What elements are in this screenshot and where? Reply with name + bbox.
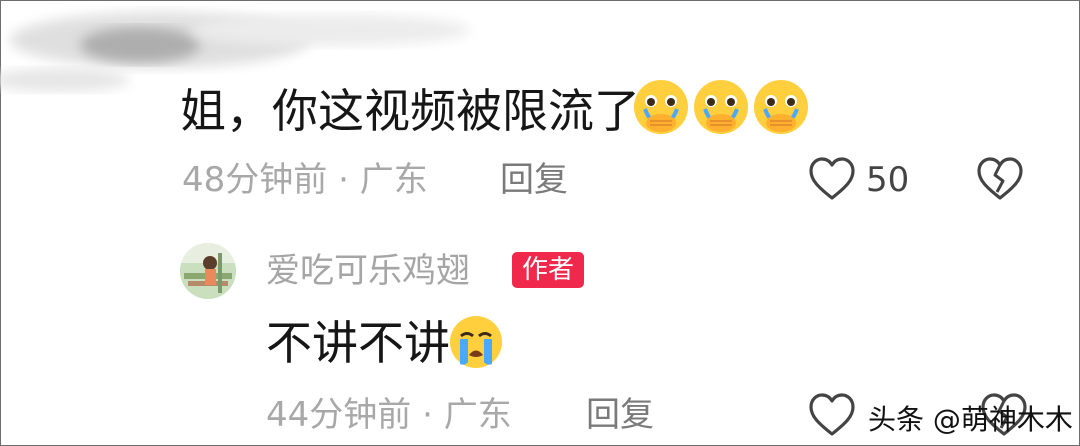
avatar-image	[180, 243, 236, 299]
screenshot-frame	[0, 0, 1080, 446]
avatar[interactable]	[180, 243, 236, 299]
crying-covering-mouth-emoji	[754, 80, 808, 134]
meta-separator: ·	[422, 395, 433, 435]
comment-time: 48分钟前	[182, 160, 328, 200]
username[interactable]: 爱吃可乐鸡翅	[266, 254, 470, 288]
comment-location: 广东	[359, 160, 428, 200]
heart-like-icon[interactable]	[808, 156, 856, 202]
like-count: 50	[866, 160, 910, 200]
crying-covering-mouth-emoji	[694, 80, 748, 134]
crying-covering-mouth-emoji	[634, 80, 688, 134]
broken-heart-dislike-icon[interactable]	[976, 156, 1024, 202]
comment-meta: 48分钟前 · 广东	[182, 163, 428, 197]
comment-text: 不讲不讲	[266, 316, 450, 370]
loudly-crying-emoji	[450, 316, 502, 368]
heart-like-icon[interactable]	[808, 392, 856, 438]
author-badge: 作者	[512, 252, 585, 288]
comment-time: 44分钟前	[266, 395, 412, 435]
comment-text: 姐，你这视频被限流了	[180, 84, 640, 138]
meta-separator: ·	[338, 160, 349, 200]
reply-button[interactable]: 回复	[500, 163, 568, 197]
comment-location: 广东	[443, 395, 512, 435]
comment-meta: 44分钟前 · 广东	[266, 398, 512, 432]
reply-button[interactable]: 回复	[586, 398, 654, 432]
watermark: 头条 @萌神木木	[868, 403, 1073, 436]
